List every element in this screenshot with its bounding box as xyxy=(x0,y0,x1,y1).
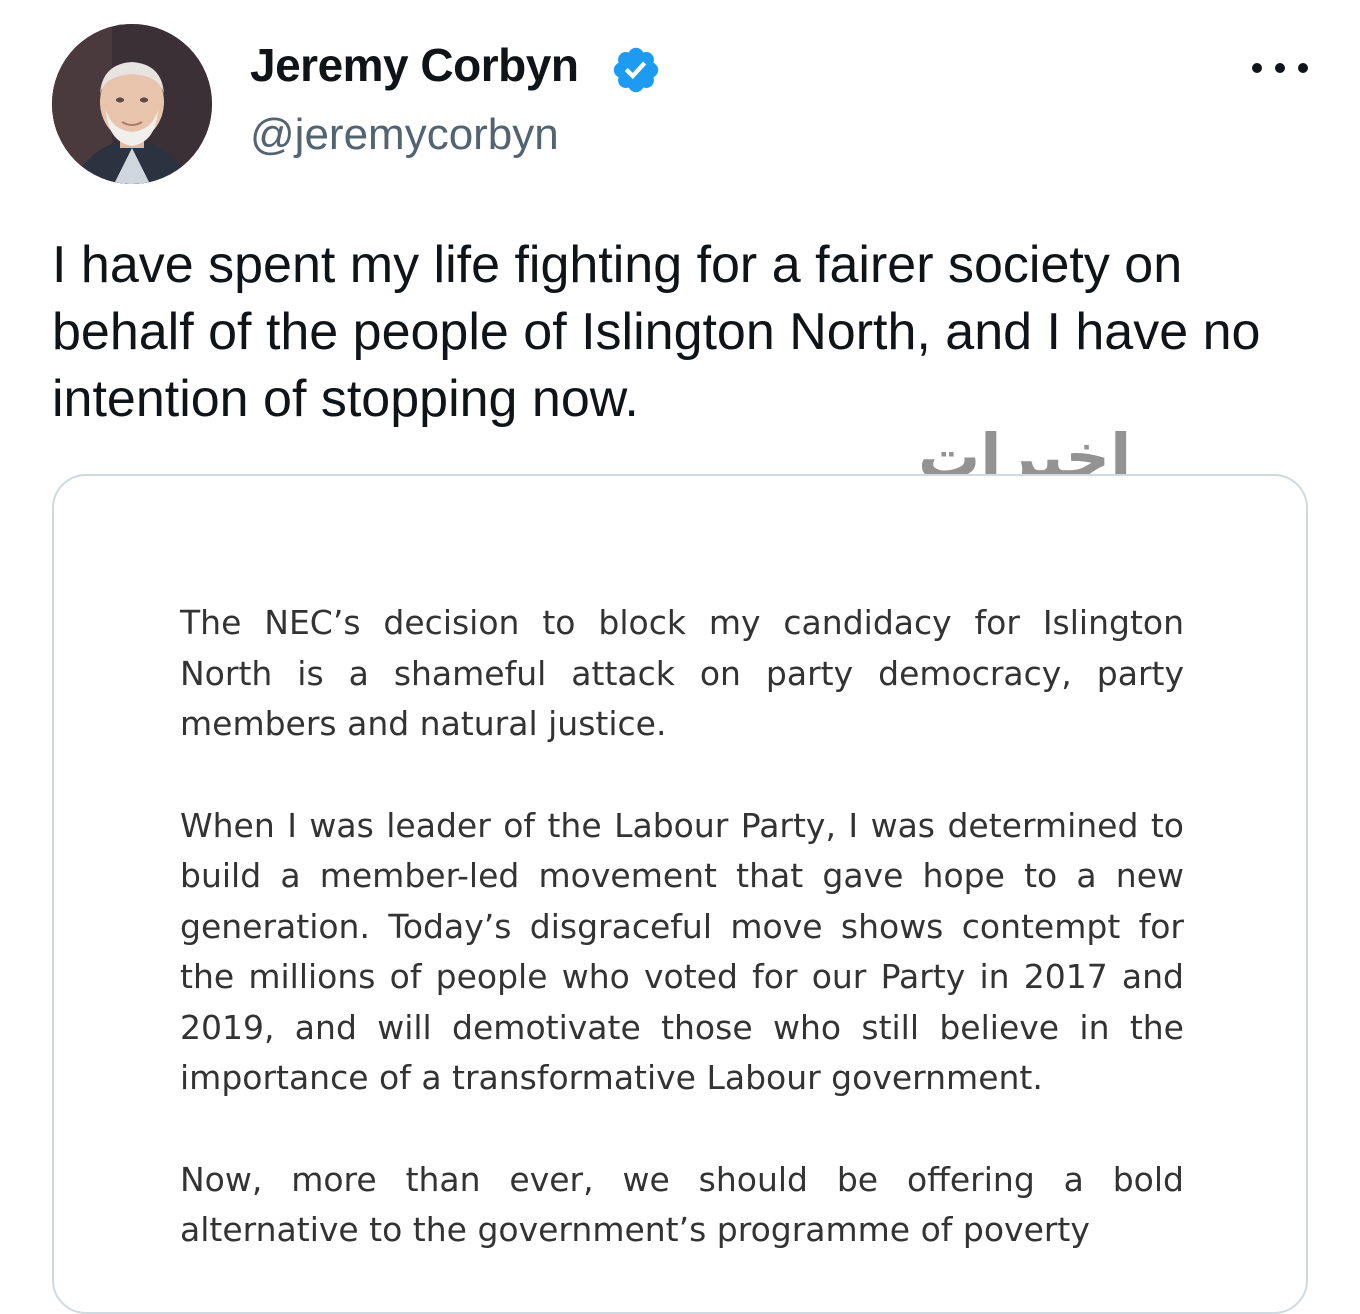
profile-photo xyxy=(52,24,212,184)
more-dot xyxy=(1275,63,1285,73)
more-dot xyxy=(1252,63,1262,73)
author-handle[interactable]: @jeremycorbyn xyxy=(250,110,559,160)
statement-paragraph: The NEC’s decision to block my candidacy… xyxy=(180,603,1184,743)
tweet: Jeremy Corbyn @jeremycorbyn I have spent… xyxy=(0,0,1360,1314)
more-dot xyxy=(1298,63,1308,73)
statement-text: The NEC’s decision to block my candidacy… xyxy=(180,598,1184,1307)
attached-image[interactable]: The NEC’s decision to block my candidacy… xyxy=(52,474,1308,1314)
verified-badge-icon xyxy=(613,47,659,93)
tweet-text: I have spent my life fighting for a fair… xyxy=(52,236,1261,428)
avatar[interactable] xyxy=(52,24,212,184)
statement-paragraph: Now, more than ever, we should be offeri… xyxy=(180,1159,1184,1250)
more-options-icon[interactable] xyxy=(1252,48,1308,88)
statement-paragraph: When I was leader of the Labour Party, I… xyxy=(180,805,1184,1098)
author-name[interactable]: Jeremy Corbyn xyxy=(250,38,579,92)
